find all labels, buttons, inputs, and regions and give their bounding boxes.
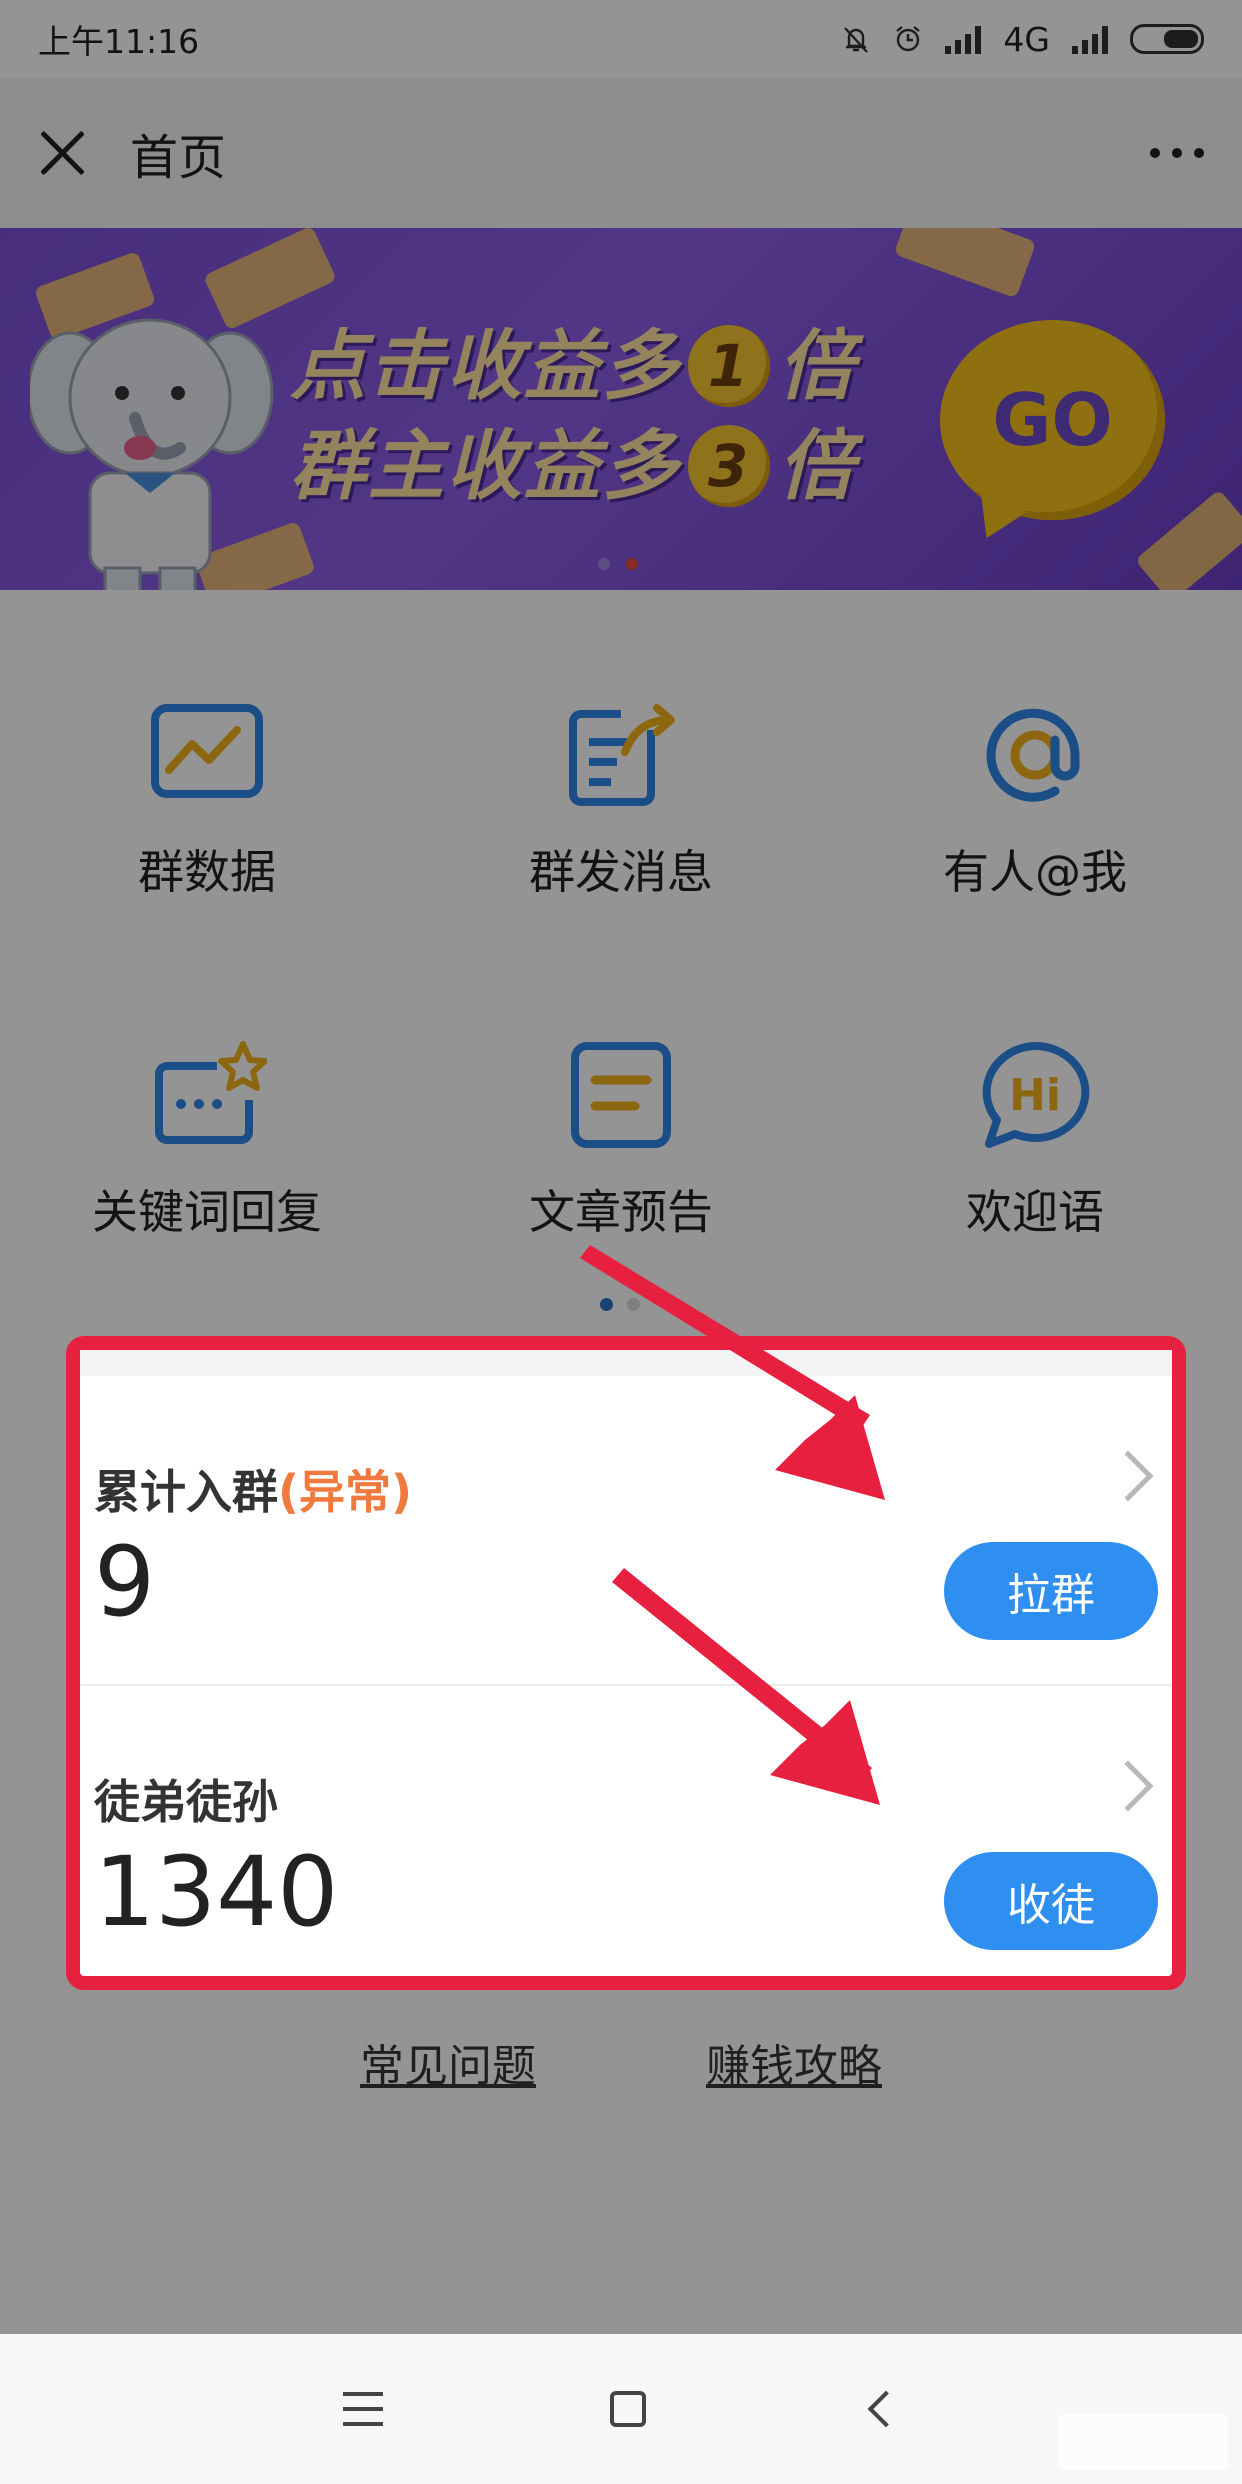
grid-label: 群数据 [138,845,276,899]
status-bar: 上午11:16 4G [0,0,1242,78]
page-title: 首页 [130,130,227,186]
stat-value: 9 [94,1526,156,1638]
banner-text: 群主收益多 [290,421,680,510]
coin-icon: 3 [688,425,770,507]
stat-label: 徒弟徒孙 [94,1766,278,1832]
stat-label-text: 徒弟徒孙 [94,1775,278,1829]
stat-label-text: 累计入群 [94,1465,278,1519]
feature-grid: 群数据 群发消息 有人@我 关键词回复 文章预告 Hi 欢迎语 [0,590,1242,1310]
muted-bell-icon [844,27,869,53]
warning-tag[interactable]: (异常) [278,1465,412,1519]
at-icon [986,708,1080,802]
stat-row-disciples[interactable]: 徒弟徒孙 1340 收徒 [80,1684,1172,1992]
more-icon[interactable] [1150,148,1204,158]
banner-text: 倍 [778,421,856,510]
grid-item-welcome[interactable]: Hi 欢迎语 [828,930,1242,1270]
banner-line-1: 点击收益多 1 倍 [290,316,910,416]
grid-item-broadcast[interactable]: 群发消息 [414,590,828,930]
money-decoration [893,228,1037,299]
alarm-icon [896,26,921,52]
grid-item-article[interactable]: 文章预告 [414,930,828,1270]
banner-line-2: 群主收益多 3 倍 [290,416,910,516]
stat-label: 累计入群(异常) [94,1456,412,1522]
signal-icon [1072,24,1108,54]
go-button[interactable]: GO [940,320,1165,520]
grid-label: 有人@我 [943,845,1127,899]
guide-link[interactable]: 赚钱攻略 [706,2030,882,2094]
banner-text: 倍 [778,321,856,410]
stat-value: 1340 [94,1836,339,1948]
status-icons: 4G [841,20,1204,59]
banner-pagination [598,558,638,570]
nav-bar: 首页 [0,78,1242,228]
card-top-strip [80,1350,1172,1376]
help-links: 常见问题 赚钱攻略 [0,2030,1242,2094]
chevron-right-icon[interactable] [1102,1450,1154,1502]
chart-icon [151,704,263,798]
stat-row-joined[interactable]: 累计入群(异常) 9 拉群 [80,1376,1172,1684]
pull-group-button[interactable]: 拉群 [944,1542,1158,1640]
grid-label: 关键词回复 [92,1185,322,1239]
article-icon [571,1042,671,1148]
status-time: 上午11:16 [38,22,200,61]
coin-icon: 1 [688,325,770,407]
banner-text: 点击收益多 [290,321,680,410]
grid-label: 文章预告 [529,1185,713,1239]
grid-item-keyword-reply[interactable]: 关键词回复 [0,930,414,1270]
back-icon[interactable] [867,2390,905,2428]
banner-headline: 点击收益多 1 倍 群主收益多 3 倍 [290,316,910,516]
network-type: 4G [1003,19,1050,59]
keyword-reply-icon [155,1041,267,1144]
grid-pagination [600,1298,640,1311]
grid-label: 欢迎语 [966,1185,1104,1239]
home-icon[interactable] [609,2391,646,2427]
faq-link[interactable]: 常见问题 [360,2030,536,2094]
signal-icon [945,24,982,54]
recruit-button[interactable]: 收徒 [944,1852,1158,1950]
close-icon[interactable] [38,128,88,178]
hi-bubble-icon: Hi [982,1041,1090,1148]
chevron-right-icon[interactable] [1102,1760,1154,1812]
menu-icon[interactable] [343,2392,384,2426]
grid-label: 群发消息 [529,845,713,899]
watermark-logo [1058,2414,1228,2470]
promo-banner[interactable]: 点击收益多 1 倍 群主收益多 3 倍 GO [0,228,1242,590]
svg-text:Hi: Hi [1009,1070,1061,1121]
broadcast-icon [569,704,675,806]
go-label: GO [992,378,1113,462]
stats-card: 累计入群(异常) 9 拉群 徒弟徒孙 1340 收徒 [66,1336,1186,1990]
grid-item-mentions[interactable]: 有人@我 [828,590,1242,930]
money-decoration [1134,489,1242,590]
battery-icon [1130,24,1204,54]
elephant-mascot-icon [30,318,274,590]
system-nav-bar [0,2334,1242,2484]
grid-item-group-data[interactable]: 群数据 [0,590,414,930]
